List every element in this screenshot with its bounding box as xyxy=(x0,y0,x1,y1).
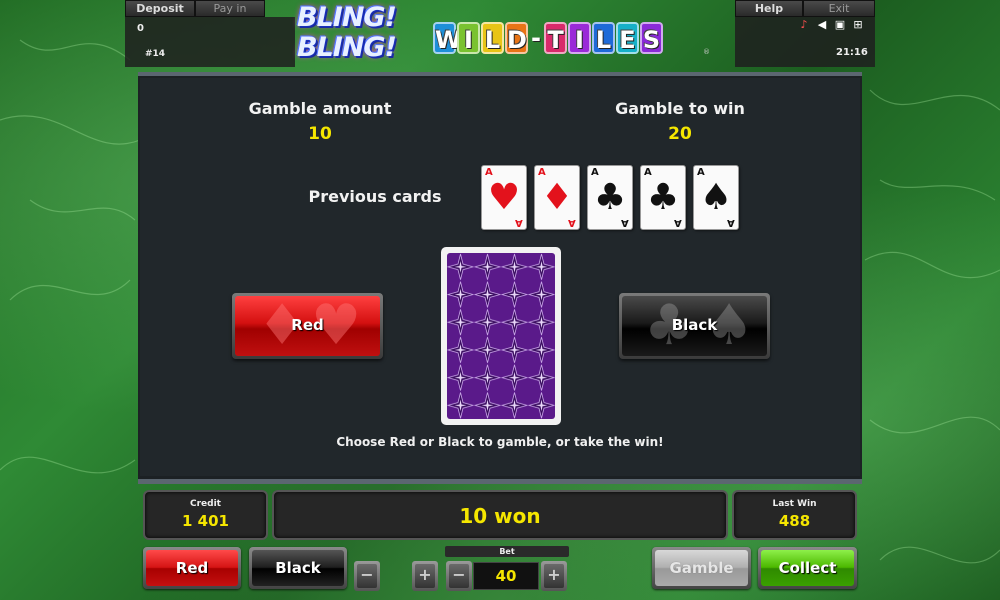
fullscreen-icon[interactable]: ▣ xyxy=(834,19,846,31)
balance-counter: 0 xyxy=(137,23,144,34)
lines-minus-button[interactable]: − xyxy=(354,561,380,591)
gamble-button: Gamble xyxy=(652,547,751,589)
win-message-display: 10 won xyxy=(272,490,728,540)
previous-card: A ♥ A xyxy=(481,165,527,230)
gamble-to-win-label: Gamble to win xyxy=(615,99,745,118)
previous-card: A ♠ A xyxy=(693,165,739,230)
bet-label: Bet xyxy=(445,546,569,557)
help-button[interactable]: Help xyxy=(735,0,803,17)
previous-cards-label: Previous cards xyxy=(308,187,442,206)
gamble-hint: Choose Red or Black to gamble, or take t… xyxy=(336,435,664,449)
exit-button[interactable]: Exit xyxy=(803,0,875,17)
face-down-card xyxy=(441,247,561,425)
gamble-red-button[interactable]: ♦ ♥ Red xyxy=(232,293,383,359)
clock: 21:16 xyxy=(836,47,868,58)
game-number: #14 xyxy=(145,49,166,59)
bet-plus-button[interactable]: + xyxy=(541,561,567,591)
sound-off-icon[interactable]: ♪ xyxy=(798,19,810,31)
black-button[interactable]: Black xyxy=(249,547,347,589)
gamble-black-button[interactable]: ♣ ♠ Black xyxy=(619,293,770,359)
previous-card: A ♣ A xyxy=(587,165,633,230)
top-left-panel xyxy=(125,17,295,67)
card-back-pattern xyxy=(447,253,555,419)
bling-logo: BLING! BLING! xyxy=(297,2,397,63)
gamble-amount-value: 10 xyxy=(308,124,332,144)
lines-plus-button[interactable]: + xyxy=(412,561,438,591)
deposit-button[interactable]: Deposit xyxy=(125,0,195,17)
gamble-to-win-value: 20 xyxy=(668,124,692,144)
previous-card: A ♣ A xyxy=(640,165,686,230)
collect-button[interactable]: Collect xyxy=(758,547,857,589)
registered-mark: ® xyxy=(703,48,710,56)
bet-minus-button[interactable]: − xyxy=(446,561,472,591)
payin-button[interactable]: Pay in xyxy=(195,0,265,17)
previous-card: A ♦ A xyxy=(534,165,580,230)
last-win-display: Last Win 488 xyxy=(732,490,857,540)
gamble-amount-label: Gamble amount xyxy=(248,99,392,118)
speaker-icon[interactable]: ◀ xyxy=(816,19,828,31)
credit-display: Credit 1 401 xyxy=(143,490,268,540)
red-button[interactable]: Red xyxy=(143,547,241,589)
bet-value: 40 xyxy=(473,562,539,590)
settings-icons: ♪ ◀ ▣ ⊞ xyxy=(798,19,864,31)
settings-icon[interactable]: ⊞ xyxy=(852,19,864,31)
wild-tiles-logo: W I L D - T I L E S xyxy=(433,22,663,58)
